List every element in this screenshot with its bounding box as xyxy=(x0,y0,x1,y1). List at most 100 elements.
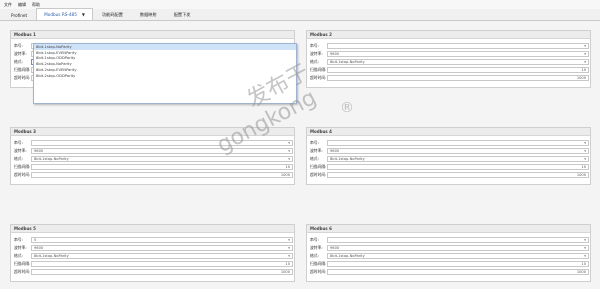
chevron-down-icon[interactable]: ▾ xyxy=(584,254,586,258)
timeout-value: 1000 xyxy=(280,173,290,177)
scan-label: 扫描间隔: xyxy=(310,164,327,169)
baud-label: 波特率: xyxy=(14,245,27,250)
tab-data-mapping[interactable]: 数据映射 xyxy=(132,9,165,20)
modbus-panel: Modbus 2 串号: ▾ 波特率: 9600 ▾ 格式: 8bit-1stop-NoPar… xyxy=(306,30,591,88)
baud-row: 波特率: 9600 ▾ xyxy=(14,148,293,154)
baud-field[interactable]: 9600 ▾ xyxy=(31,245,293,251)
format-value: 8bit-1stop-NoParity xyxy=(330,157,365,161)
chevron-down-icon[interactable]: ▾ xyxy=(288,238,290,242)
baud-field[interactable]: 9600 ▾ xyxy=(327,148,589,154)
scan-label: 扫描间隔: xyxy=(14,261,31,266)
baud-row: 波特率: 9600 ▾ xyxy=(14,245,293,251)
timeout-label: 超时时间: xyxy=(14,75,31,80)
tab-profinet[interactable]: Profinet xyxy=(3,9,35,20)
format-field[interactable]: 8bit-1stop-NoParity ▾ xyxy=(31,156,293,162)
baud-value: 9600 xyxy=(330,149,340,153)
port-field[interactable]: ▾ xyxy=(327,140,589,146)
scan-field[interactable]: 10 xyxy=(327,261,589,267)
scan-label: 扫描间隔: xyxy=(14,67,31,72)
chevron-down-icon[interactable]: ▾ xyxy=(584,149,586,153)
timeout-value: 1000 xyxy=(576,76,586,80)
timeout-value: 1000 xyxy=(576,173,586,177)
format-value: 8bit-1stop-NoParity xyxy=(34,157,69,161)
timeout-field[interactable]: 1000 xyxy=(31,172,293,178)
format-label: 格式: xyxy=(14,253,23,258)
port-field[interactable]: ▾ xyxy=(31,140,293,146)
port-value: 5 xyxy=(34,238,37,242)
chevron-down-icon[interactable]: ▾ xyxy=(288,254,290,258)
timeout-field[interactable]: 1000 xyxy=(31,269,293,275)
format-field[interactable]: 8bit-1stop-NoParity ▾ xyxy=(31,253,293,259)
chevron-down-icon[interactable]: ▾ xyxy=(288,246,290,250)
scan-field[interactable]: 10 xyxy=(31,261,293,267)
chevron-down-icon[interactable]: ▾ xyxy=(584,141,586,145)
format-label: 格式: xyxy=(310,253,319,258)
tab-config-download[interactable]: 配置下发 xyxy=(166,9,199,20)
port-label: 串号: xyxy=(310,237,319,242)
timeout-field[interactable]: 1000 xyxy=(327,269,589,275)
format-dropdown-list[interactable]: 8bit-1stop-NoParity 8bit-1stop-EVENParit… xyxy=(33,43,297,104)
format-option[interactable]: 8bit-2stop-ODDParity xyxy=(34,73,296,79)
chevron-down-icon[interactable]: ▾ xyxy=(584,238,586,242)
port-field[interactable]: ▾ xyxy=(327,43,589,49)
modbus-panel: Modbus 3 串号: ▾ 波特率: 9600 ▾ 格式: 8bit-1stop-NoPar… xyxy=(10,127,295,185)
port-field[interactable]: 5 ▾ xyxy=(31,237,293,243)
tab-function-code[interactable]: 功能码配置 xyxy=(94,9,131,20)
timeout-row: 超时时间: 1000 xyxy=(310,172,589,178)
modbus-panel: Modbus 6 串号: ▾ 波特率: 9600 ▾ 格式: 8bit-1stop-NoPar… xyxy=(306,224,591,282)
baud-label: 波特率: xyxy=(310,148,323,153)
scan-row: 扫描间隔: 10 xyxy=(310,261,589,267)
chevron-down-icon[interactable]: ▾ xyxy=(288,141,290,145)
scan-value: 10 xyxy=(285,165,290,169)
chevron-down-icon[interactable]: ▾ xyxy=(288,157,290,161)
panel-title: Modbus 3 xyxy=(11,128,294,136)
baud-value: 9600 xyxy=(34,149,44,153)
port-row: 串号: ▾ xyxy=(310,140,589,146)
chevron-down-icon[interactable]: ▾ xyxy=(584,157,586,161)
baud-row: 波特率: 9600 ▾ xyxy=(310,51,589,57)
timeout-row: 超时时间: 1000 xyxy=(14,172,293,178)
chevron-down-icon[interactable]: ▾ xyxy=(288,149,290,153)
baud-row: 波特率: 9600 ▾ xyxy=(310,245,589,251)
chevron-down-icon[interactable]: ▾ xyxy=(584,44,586,48)
port-label: 串号: xyxy=(310,43,319,48)
baud-label: 波特率: xyxy=(14,148,27,153)
chevron-down-icon[interactable]: ▾ xyxy=(584,60,586,64)
scan-label: 扫描间隔: xyxy=(14,164,31,169)
scan-value: 10 xyxy=(285,262,290,266)
baud-label: 波特率: xyxy=(310,245,323,250)
menu-help[interactable]: 帮助 xyxy=(32,2,40,8)
menu-file[interactable]: 文件 xyxy=(4,2,12,8)
format-value: 8bit-1stop-NoParity xyxy=(330,254,365,258)
scan-field[interactable]: 10 xyxy=(31,164,293,170)
baud-field[interactable]: 9600 ▾ xyxy=(327,245,589,251)
panel-title: Modbus 6 xyxy=(307,225,590,233)
chevron-down-icon[interactable]: ▾ xyxy=(584,52,586,56)
baud-field[interactable]: 9600 ▾ xyxy=(327,51,589,57)
timeout-field[interactable]: 1000 xyxy=(327,172,589,178)
menu-edit[interactable]: 编辑 xyxy=(18,2,26,8)
format-field[interactable]: 8bit-1stop-NoParity ▾ xyxy=(327,156,589,162)
scan-field[interactable]: 10 xyxy=(327,67,589,73)
scan-label: 扫描间隔: xyxy=(310,67,327,72)
chevron-down-icon[interactable]: ▾ xyxy=(584,246,586,250)
scan-field[interactable]: 10 xyxy=(327,164,589,170)
port-label: 串号: xyxy=(310,140,319,145)
baud-value: 9600 xyxy=(330,52,340,56)
format-row: 格式: 8bit-1stop-NoParity ▾ xyxy=(14,253,293,259)
tab-modbus-rs485[interactable]: Modbus RS-485 ▼ xyxy=(36,8,93,20)
panel-title: Modbus 2 xyxy=(307,31,590,39)
panel-title: Modbus 1 xyxy=(11,31,294,39)
format-label: 格式: xyxy=(14,156,23,161)
timeout-field[interactable]: 1000 xyxy=(327,75,589,81)
port-row: 串号: ▾ xyxy=(14,140,293,146)
format-label: 格式: xyxy=(310,156,319,161)
format-value: 8bit-1stop-NoParity xyxy=(34,254,69,258)
scan-row: 扫描间隔: 10 xyxy=(14,164,293,170)
chevron-down-icon[interactable]: ▼ xyxy=(82,12,85,17)
format-field[interactable]: 8bit-1stop-NoParity ▾ xyxy=(327,253,589,259)
baud-row: 波特率: 9600 ▾ xyxy=(310,148,589,154)
baud-field[interactable]: 9600 ▾ xyxy=(31,148,293,154)
format-field[interactable]: 8bit-1stop-NoParity ▾ xyxy=(327,59,589,65)
port-field[interactable]: ▾ xyxy=(327,237,589,243)
